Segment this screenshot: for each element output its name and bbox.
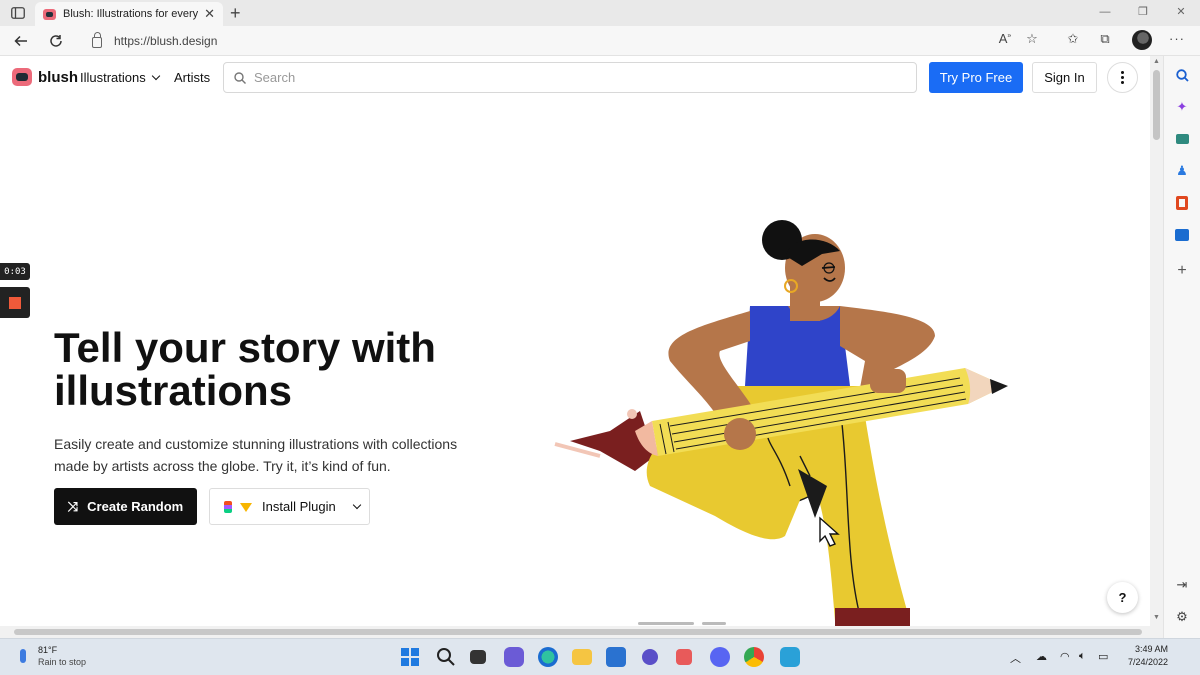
chevron-down-icon bbox=[151, 71, 160, 80]
browser-tabstrip: Blush: Illustrations for everyone ✕ + — … bbox=[0, 0, 1200, 26]
address-field[interactable]: https://blush.design bbox=[82, 29, 1082, 53]
sign-in-button[interactable]: Sign In bbox=[1032, 62, 1097, 93]
nav-illustrations[interactable]: Illustrations bbox=[80, 70, 160, 85]
start-windows-icon[interactable] bbox=[400, 647, 420, 667]
search-box[interactable] bbox=[223, 62, 917, 93]
read-aloud-icon[interactable]: A» bbox=[994, 31, 1016, 46]
sidebar-hide-icon[interactable]: ⇥ bbox=[1173, 576, 1191, 594]
install-plugin-label: Install Plugin bbox=[262, 499, 336, 514]
vertical-scrollbar[interactable]: ▲ ▼ bbox=[1150, 56, 1163, 626]
wifi-icon[interactable]: ◠ bbox=[1060, 650, 1070, 663]
rain-icon bbox=[20, 649, 26, 663]
weather-desc: Rain to stop bbox=[38, 657, 87, 667]
telegram-icon[interactable] bbox=[780, 647, 800, 667]
scroll-up-arrow-icon[interactable]: ▲ bbox=[1153, 58, 1160, 65]
sidebar-outlook-icon[interactable] bbox=[1173, 226, 1191, 244]
create-random-button[interactable]: ⤨ Create Random bbox=[54, 488, 197, 525]
nav-artists[interactable]: Artists bbox=[174, 70, 210, 85]
logo-text: blush bbox=[38, 68, 78, 86]
weather-widget[interactable]: 81°F Rain to stop bbox=[20, 644, 86, 668]
snipping-tool-icon[interactable] bbox=[676, 649, 692, 665]
recording-timer: 0:03 bbox=[0, 263, 30, 280]
site-header: blush Illustrations Artists Try Pro Free… bbox=[0, 56, 1150, 98]
battery-icon[interactable]: ▭ bbox=[1098, 650, 1108, 663]
sidebar-games-icon[interactable]: ♟ bbox=[1173, 162, 1191, 180]
minimize-button[interactable]: — bbox=[1086, 0, 1124, 26]
collections-icon[interactable]: ⧉ bbox=[1094, 31, 1116, 47]
tab-actions-icon[interactable] bbox=[8, 5, 28, 21]
help-button[interactable]: ? bbox=[1107, 582, 1138, 613]
chrome-icon[interactable] bbox=[744, 647, 764, 667]
file-explorer-icon[interactable] bbox=[572, 649, 592, 665]
blush-logo[interactable]: blush bbox=[12, 68, 78, 86]
tab-close-icon[interactable]: ✕ bbox=[204, 6, 215, 22]
task-view-icon[interactable] bbox=[470, 650, 486, 664]
lock-icon bbox=[92, 31, 102, 48]
back-icon[interactable] bbox=[10, 31, 32, 51]
close-window-button[interactable]: ✕ bbox=[1162, 0, 1200, 26]
weather-temp: 81°F bbox=[38, 645, 58, 655]
install-plugin-button[interactable]: Install Plugin bbox=[209, 488, 370, 525]
clock-date: 7/24/2022 bbox=[1127, 657, 1168, 667]
hero-subtitle: Easily create and customize stunning ill… bbox=[54, 436, 458, 474]
onedrive-cloud-icon[interactable]: ☁ bbox=[1036, 650, 1047, 663]
profile-avatar[interactable] bbox=[1132, 30, 1152, 50]
try-pro-free-button[interactable]: Try Pro Free bbox=[929, 62, 1023, 93]
edge-sidebar: ✦ ♟ + ⇥ ⚙ bbox=[1163, 56, 1200, 638]
discord-icon[interactable] bbox=[710, 647, 730, 667]
new-tab-button[interactable]: + bbox=[230, 3, 241, 24]
stop-recording-button[interactable] bbox=[0, 287, 30, 318]
sidebar-tools-icon[interactable] bbox=[1173, 130, 1191, 148]
chevron-down-icon bbox=[352, 500, 361, 509]
shuffle-icon: ⤨ bbox=[67, 498, 79, 514]
search-icon bbox=[234, 71, 246, 84]
web-page: blush Illustrations Artists Try Pro Free… bbox=[0, 56, 1150, 626]
sketch-icon bbox=[240, 503, 252, 512]
favorites-icon[interactable]: ✩ bbox=[1062, 31, 1084, 47]
mail-icon[interactable] bbox=[606, 647, 626, 667]
windows-taskbar: 81°F Rain to stop ︿ ☁ ◠ 🔈︎ ▭ 3:49 AM 7/2… bbox=[0, 638, 1200, 675]
refresh-icon[interactable] bbox=[45, 31, 67, 51]
browser-tab-active[interactable]: Blush: Illustrations for everyone ✕ bbox=[35, 2, 223, 26]
create-random-label: Create Random bbox=[87, 499, 184, 514]
more-options-icon[interactable] bbox=[1107, 62, 1138, 93]
window-controls: — ❐ ✕ bbox=[1086, 0, 1200, 26]
tab-title: Blush: Illustrations for everyone bbox=[63, 8, 199, 20]
search-taskbar-icon[interactable] bbox=[436, 647, 456, 667]
clock-time: 3:49 AM bbox=[1134, 644, 1168, 654]
nav-illustrations-label: Illustrations bbox=[80, 70, 146, 85]
volume-icon[interactable]: 🔈︎ bbox=[1079, 650, 1086, 663]
sidebar-office-icon[interactable] bbox=[1173, 194, 1191, 212]
teams-chat-icon[interactable] bbox=[504, 647, 524, 667]
sidebar-settings-gear-icon[interactable]: ⚙ bbox=[1173, 608, 1191, 626]
hero-title: Tell your story with illustrations bbox=[54, 324, 436, 414]
carousel-indicator bbox=[638, 622, 726, 625]
stop-icon bbox=[9, 296, 21, 309]
scroll-down-arrow-icon[interactable]: ▼ bbox=[1153, 614, 1160, 621]
maximize-button[interactable]: ❐ bbox=[1124, 0, 1162, 26]
blush-favicon-icon bbox=[43, 8, 56, 20]
horizontal-scroll-thumb[interactable] bbox=[14, 629, 1142, 635]
hero-illustration bbox=[554, 220, 1008, 626]
favorite-star-icon[interactable]: ☆ bbox=[1021, 31, 1043, 47]
url-text: https://blush.design bbox=[114, 34, 218, 48]
sidebar-search-icon[interactable] bbox=[1173, 66, 1191, 84]
figma-icon bbox=[224, 500, 232, 513]
horizontal-scrollbar[interactable] bbox=[0, 626, 1163, 638]
sidebar-discover-icon[interactable]: ✦ bbox=[1173, 98, 1191, 116]
sidebar-add-icon[interactable]: + bbox=[1173, 262, 1191, 280]
search-input[interactable] bbox=[254, 70, 916, 85]
more-menu-icon[interactable]: ··· bbox=[1166, 31, 1188, 46]
tray-overflow-chevron-icon[interactable]: ︿ bbox=[1010, 650, 1021, 666]
vertical-scroll-thumb[interactable] bbox=[1153, 70, 1160, 140]
settings-app-icon[interactable] bbox=[642, 649, 658, 665]
edge-browser-icon[interactable] bbox=[538, 647, 558, 667]
taskbar-clock[interactable]: 3:49 AM 7/24/2022 bbox=[1116, 643, 1168, 669]
blush-logo-icon bbox=[12, 68, 32, 86]
browser-toolbar: https://blush.design A» ☆ ✩ ⧉ ··· bbox=[0, 26, 1200, 56]
